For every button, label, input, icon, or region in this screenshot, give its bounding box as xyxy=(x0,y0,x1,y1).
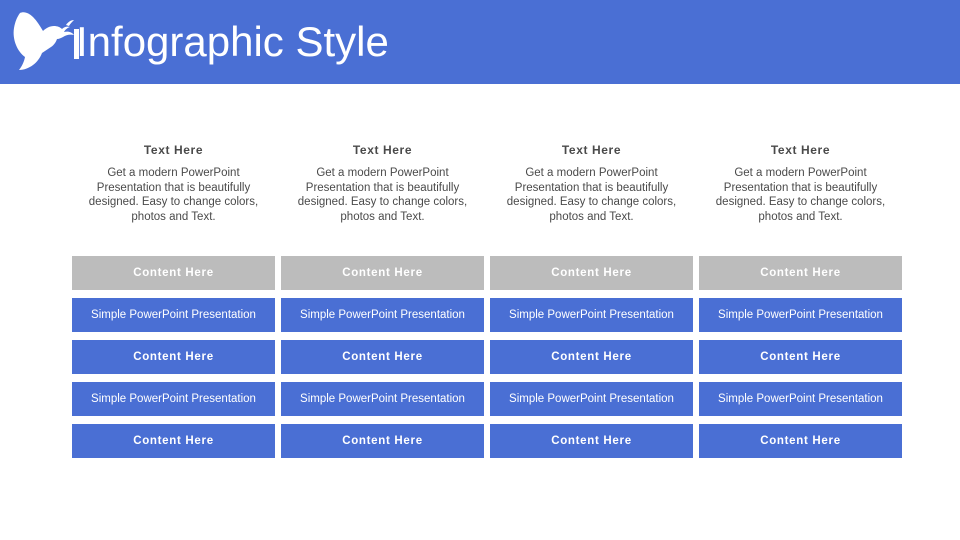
column-2-bar-3[interactable]: Content Here xyxy=(281,340,484,374)
slide-canvas: Infographic Style Text Here Get a modern… xyxy=(0,0,960,540)
column-4-heading: Text Here xyxy=(770,143,831,157)
column-3-bar-1[interactable]: Content Here xyxy=(490,256,693,290)
column-3: Text Here Get a modern PowerPoint Presen… xyxy=(490,140,693,458)
column-4-bar-5[interactable]: Content Here xyxy=(699,424,902,458)
header-band: Infographic Style xyxy=(0,0,960,84)
column-1-bar-4[interactable]: Simple PowerPoint Presentation xyxy=(72,382,275,416)
column-1-bar-2[interactable]: Simple PowerPoint Presentation xyxy=(72,298,275,332)
column-2-bar-1[interactable]: Content Here xyxy=(281,256,484,290)
column-2-bars: Content Here Simple PowerPoint Presentat… xyxy=(281,256,484,458)
column-3-bar-3[interactable]: Content Here xyxy=(490,340,693,374)
column-1-body: Get a modern PowerPoint Presentation tha… xyxy=(88,167,259,223)
column-1-bar-3[interactable]: Content Here xyxy=(72,340,275,374)
column-3-bar-2[interactable]: Simple PowerPoint Presentation xyxy=(490,298,693,332)
column-2-body: Get a modern PowerPoint Presentation tha… xyxy=(297,167,468,223)
column-2-bar-5[interactable]: Content Here xyxy=(281,424,484,458)
column-2: Text Here Get a modern PowerPoint Presen… xyxy=(281,140,484,458)
column-3-body: Get a modern PowerPoint Presentation tha… xyxy=(506,167,677,223)
page-title: Infographic Style xyxy=(76,18,389,65)
column-3-bar-5[interactable]: Content Here xyxy=(490,424,693,458)
column-2-heading: Text Here xyxy=(352,143,413,157)
column-2-bar-2[interactable]: Simple PowerPoint Presentation xyxy=(281,298,484,332)
column-4-bar-3[interactable]: Content Here xyxy=(699,340,902,374)
column-4-bars: Content Here Simple PowerPoint Presentat… xyxy=(699,256,902,458)
column-4-bar-4[interactable]: Simple PowerPoint Presentation xyxy=(699,382,902,416)
column-1-bar-5[interactable]: Content Here xyxy=(72,424,275,458)
column-4: Text Here Get a modern PowerPoint Presen… xyxy=(699,140,902,458)
column-3-heading: Text Here xyxy=(561,143,622,157)
content-columns: Text Here Get a modern PowerPoint Presen… xyxy=(72,140,902,458)
column-1-heading: Text Here xyxy=(143,143,204,157)
column-1-bars: Content Here Simple PowerPoint Presentat… xyxy=(72,256,275,458)
column-3-bar-4[interactable]: Simple PowerPoint Presentation xyxy=(490,382,693,416)
dove-icon xyxy=(13,12,79,71)
column-4-body: Get a modern PowerPoint Presentation tha… xyxy=(715,167,886,223)
column-1-bar-1[interactable]: Content Here xyxy=(72,256,275,290)
column-4-bar-1[interactable]: Content Here xyxy=(699,256,902,290)
column-3-bars: Content Here Simple PowerPoint Presentat… xyxy=(490,256,693,458)
column-4-bar-2[interactable]: Simple PowerPoint Presentation xyxy=(699,298,902,332)
column-1: Text Here Get a modern PowerPoint Presen… xyxy=(72,140,275,458)
column-2-bar-4[interactable]: Simple PowerPoint Presentation xyxy=(281,382,484,416)
